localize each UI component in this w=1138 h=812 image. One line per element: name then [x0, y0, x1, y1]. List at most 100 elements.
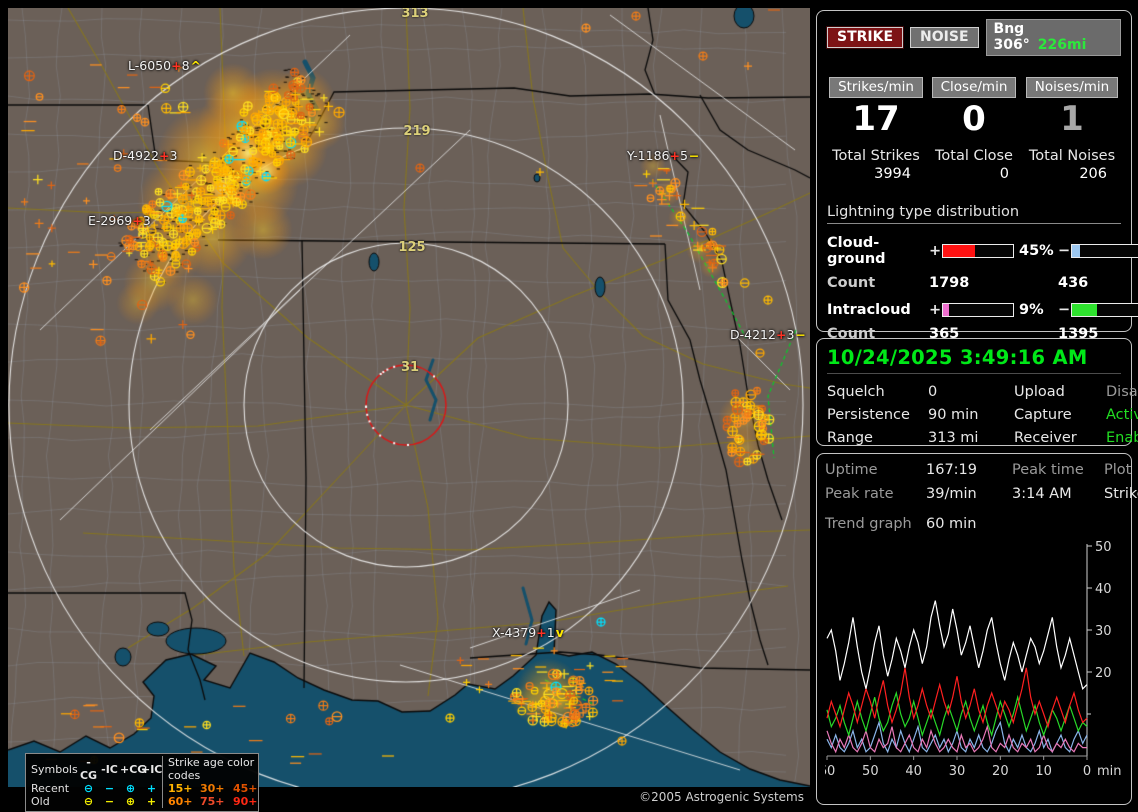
trend-panel: Uptime167:19Peak timePlotPeak rate39/min…	[816, 453, 1132, 805]
trend-graph-setting: Trend graph 60 min	[825, 516, 1123, 532]
stat-cell: Plot	[1104, 462, 1138, 478]
stat-cell: Peak rate	[825, 486, 926, 502]
cell-rate-value: 1	[547, 625, 555, 640]
status-panel: 10/24/2025 3:49:16 AM Squelch0UploadDisa…	[816, 338, 1132, 446]
minus-bar	[1071, 303, 1138, 317]
svg-text:60: 60	[825, 764, 835, 779]
legend-symbol: ⊖	[78, 795, 99, 808]
plus-percent: 9%	[1014, 302, 1058, 318]
storm-cell-label: X-4379+1v	[492, 625, 564, 640]
setting-label: Range	[827, 430, 928, 446]
cell-rate-value: 5	[680, 148, 688, 163]
minus-sign: −	[1058, 243, 1071, 259]
setting-value: Disabled	[1106, 384, 1138, 400]
bearing-display: Bng 306°226mi	[986, 19, 1121, 56]
distribution-label: Cloud-ground	[827, 235, 929, 267]
legend-symbol: ⊖	[78, 782, 99, 795]
range-ring-label: 125	[398, 240, 425, 255]
svg-text:50: 50	[1095, 540, 1112, 555]
legend-header-row: Symbols-CG-IC+CG+ICStrike age color code…	[31, 756, 253, 782]
cell-rate-sign: +	[159, 148, 169, 163]
cell-id: D-4212	[730, 327, 776, 342]
copyright-text: ©2005 Astrogenic Systems	[639, 790, 804, 804]
storm-cell-label: L-6050+8^	[128, 58, 201, 73]
cell-direction-arrow: ^	[191, 58, 201, 73]
legend-type-col: +IC	[141, 763, 162, 776]
datetime-display: 10/24/2025 3:49:16 AM	[827, 346, 1121, 374]
total-label: Total Strikes	[827, 148, 925, 164]
stat-cell: Peak time	[1012, 462, 1104, 478]
rate-value: 0	[925, 100, 1023, 138]
svg-text:min: min	[1097, 764, 1122, 779]
svg-text:30: 30	[1095, 624, 1112, 639]
cell-direction-arrow: −	[689, 148, 699, 163]
legend-type-col: -IC	[99, 763, 120, 776]
setting-label: Receiver	[1014, 430, 1106, 446]
svg-text:30: 30	[949, 764, 966, 779]
cell-rate-sign: +	[536, 625, 546, 640]
trend-series-total-strike-rate	[827, 601, 1087, 689]
cell-rate-sign: +	[669, 148, 679, 163]
svg-text:50: 50	[862, 764, 879, 779]
legend-symbol: +	[141, 782, 162, 795]
rate-columns: Strikes/min17Total Strikes3994Close/min0…	[827, 76, 1121, 182]
legend-symbol: −	[99, 795, 120, 808]
noise-mode-button[interactable]: NOISE	[910, 27, 978, 48]
setting-label: Squelch	[827, 384, 928, 400]
lightning-map[interactable]: 31321912531 L-6050+8^D-4922+3E-2969+3Y-1…	[8, 8, 810, 787]
legend-age-code: 60+	[162, 795, 195, 808]
storm-cell-label: E-2969+3	[88, 213, 151, 228]
plus-bar-fill	[943, 245, 975, 257]
plus-sign: +	[929, 243, 942, 259]
trend-series-neg-ic-rate	[827, 693, 1087, 735]
distribution-label: Intracloud	[827, 302, 929, 318]
rate-chip[interactable]: Noises/min	[1026, 77, 1119, 98]
setting-value: 313 mi	[928, 430, 1014, 446]
strike-symbol-legend: Symbols-CG-IC+CG+ICStrike age color code…	[25, 753, 259, 812]
setting-value: 90 min	[928, 407, 1014, 423]
setting-label: Capture	[1014, 407, 1106, 423]
cell-id: Y-1186	[627, 148, 669, 163]
legend-row-name: Recent	[31, 782, 78, 795]
minus-bar-fill	[1072, 245, 1080, 257]
rate-chip[interactable]: Strikes/min	[829, 77, 923, 98]
legend-symbol: ⊕	[120, 795, 141, 808]
legend-symbol: +	[141, 795, 162, 808]
trend-graph-value: 60 min	[926, 516, 1123, 532]
strike-mode-button[interactable]: STRIKE	[827, 27, 903, 48]
storm-cell-label: D-4212+3−	[730, 327, 806, 342]
legend-type-col: +CG	[120, 763, 141, 776]
plus-percent: 45%	[1014, 243, 1058, 259]
legend-age-header: Strike age color codes	[162, 756, 260, 782]
legend-row: Old⊖−⊕+60+75+90+	[31, 795, 253, 808]
svg-text:0: 0	[1083, 764, 1091, 779]
setting-value: Active	[1106, 407, 1138, 423]
count-row: Count1798436	[827, 275, 1121, 291]
legend-age-code: 15+	[162, 782, 195, 795]
legend-symbols-header: Symbols	[31, 763, 78, 776]
rate-value: 1	[1023, 100, 1121, 138]
total-label: Total Noises	[1023, 148, 1121, 164]
plus-bar-fill	[943, 304, 949, 316]
svg-text:10: 10	[1035, 764, 1052, 779]
cell-rate-sign: +	[132, 213, 142, 228]
cell-rate-value: 3	[786, 327, 794, 342]
rate-chip[interactable]: Close/min	[932, 77, 1017, 98]
stat-cell: 3:14 AM	[1012, 486, 1104, 502]
legend-age-code: 30+	[195, 782, 228, 795]
total-value: 206	[1023, 166, 1121, 182]
nexstorm-window: 31321912531 L-6050+8^D-4922+3E-2969+3Y-1…	[0, 0, 1138, 812]
total-value: 3994	[827, 166, 925, 182]
minus-bar-fill	[1072, 304, 1097, 316]
cell-direction-arrow: −	[795, 327, 805, 342]
plus-bar	[942, 303, 1014, 317]
range-ring-label: 31	[401, 360, 419, 375]
legend-type-col: -CG	[78, 756, 99, 782]
rate-column: Noises/min1 Total Noises 206	[1023, 76, 1121, 182]
storm-cell-label: Y-1186+5−	[627, 148, 699, 163]
distribution-row: Intracloud+9%−35%	[827, 302, 1121, 318]
svg-text:20: 20	[1095, 666, 1112, 681]
legend-symbol: ⊕	[120, 782, 141, 795]
storm-cell-label: D-4922+3	[113, 148, 177, 163]
cell-id: L-6050	[128, 58, 171, 73]
